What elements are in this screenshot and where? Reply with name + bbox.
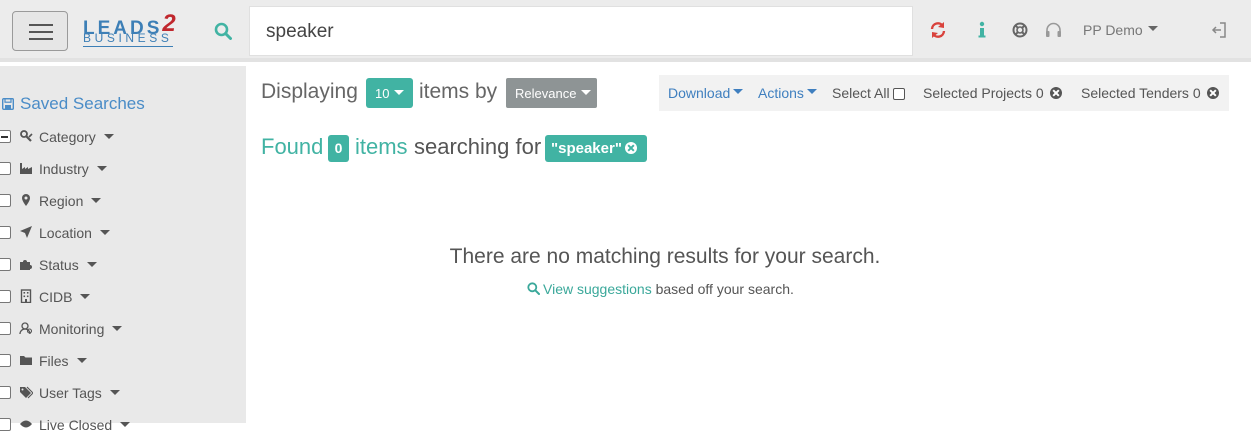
filter-location[interactable]: Location — [0, 223, 246, 245]
selected-projects: Selected Projects 0 — [923, 85, 1062, 101]
save-icon — [2, 98, 14, 110]
found-label: Found — [261, 134, 324, 159]
select-all-checkbox[interactable] — [892, 88, 905, 100]
chevron-down-icon — [76, 358, 87, 363]
chevron-down-icon — [112, 326, 123, 331]
chevron-down-icon — [806, 89, 817, 94]
chevron-down-icon — [733, 89, 744, 94]
filter-checkbox[interactable] — [0, 162, 11, 175]
suggestions-line: View suggestions based off your search. — [527, 281, 794, 297]
chevron-down-icon — [80, 294, 91, 299]
tools-icon — [20, 130, 33, 142]
no-results-message: There are no matching results for your s… — [449, 245, 881, 268]
eye-icon — [20, 420, 32, 428]
sort-dropdown[interactable]: Relevance — [506, 78, 597, 108]
industry-icon — [20, 163, 32, 174]
headset-icon[interactable] — [1045, 22, 1062, 38]
chevron-down-icon — [96, 166, 107, 171]
scrollbar[interactable] — [1244, 66, 1251, 423]
user-menu[interactable]: PP Demo — [1083, 22, 1158, 38]
select-all[interactable]: Select All — [832, 85, 905, 101]
search-icon[interactable] — [214, 22, 232, 40]
saved-searches-link[interactable]: Saved Searches — [2, 94, 145, 114]
search-input[interactable]: speaker — [249, 6, 913, 56]
info-icon[interactable] — [977, 21, 987, 39]
filter-checkbox[interactable] — [0, 194, 11, 207]
chevron-down-icon — [109, 390, 120, 395]
folder-icon — [20, 356, 32, 365]
clear-query-icon[interactable] — [624, 142, 637, 154]
filter-checkbox[interactable] — [0, 290, 11, 303]
displaying-label: Displaying — [261, 80, 358, 103]
filter-category[interactable]: Category — [0, 127, 246, 149]
filter-user-tags[interactable]: User Tags — [0, 383, 246, 405]
tags-icon — [20, 386, 33, 399]
chevron-down-icon — [394, 90, 405, 95]
filter-files[interactable]: Files — [0, 351, 246, 373]
menu-button[interactable] — [12, 11, 68, 51]
filter-region[interactable]: Region — [0, 191, 246, 213]
filter-checkbox[interactable] — [0, 418, 11, 431]
logout-icon[interactable] — [1211, 21, 1227, 39]
items-by-label: items by — [419, 80, 498, 103]
filter-checkbox[interactable] — [0, 130, 11, 143]
result-count-badge: 0 — [328, 135, 349, 162]
lifebuoy-icon[interactable] — [1012, 22, 1028, 38]
chevron-down-icon — [581, 90, 592, 95]
filter-checkbox[interactable] — [0, 354, 11, 367]
clear-projects-icon[interactable] — [1049, 87, 1062, 99]
filter-industry[interactable]: Industry — [0, 159, 246, 181]
chevron-down-icon — [99, 230, 110, 235]
download-dropdown[interactable]: Download — [668, 85, 744, 101]
top-bar: LEADS2 BUSINESS speaker PP Demo — [0, 0, 1251, 62]
filter-checkbox[interactable] — [0, 322, 11, 335]
clear-tenders-icon[interactable] — [1206, 87, 1219, 99]
map-marker-icon — [22, 194, 30, 206]
refresh-icon[interactable] — [929, 21, 947, 39]
view-suggestions-link[interactable]: View suggestions — [527, 281, 652, 297]
chevron-down-icon — [1147, 26, 1158, 31]
filter-cidb[interactable]: CIDB — [0, 287, 246, 309]
filter-checkbox[interactable] — [0, 226, 11, 239]
filter-monitoring[interactable]: Monitoring — [0, 319, 246, 341]
selected-tenders: Selected Tenders 0 — [1081, 85, 1219, 101]
filter-live-closed[interactable]: Live Closed — [0, 415, 246, 437]
chevron-down-icon — [103, 134, 114, 139]
chevron-down-icon — [91, 198, 102, 203]
items-label: items — [355, 134, 408, 159]
location-arrow-icon — [20, 226, 32, 238]
actions-dropdown[interactable]: Actions — [758, 85, 817, 101]
query-badge: "speaker" — [545, 135, 647, 162]
menu-icon — [29, 24, 53, 26]
logo[interactable]: LEADS2 BUSINESS — [83, 10, 183, 49]
action-bar: Download Actions Select All Selected Pro… — [659, 75, 1229, 111]
searching-for-label: searching for — [414, 134, 542, 159]
filter-checkbox[interactable] — [0, 386, 11, 399]
building-icon — [20, 289, 32, 303]
per-page-dropdown[interactable]: 10 — [366, 78, 413, 108]
search-icon — [527, 282, 540, 295]
user-monitor-icon — [19, 322, 33, 335]
